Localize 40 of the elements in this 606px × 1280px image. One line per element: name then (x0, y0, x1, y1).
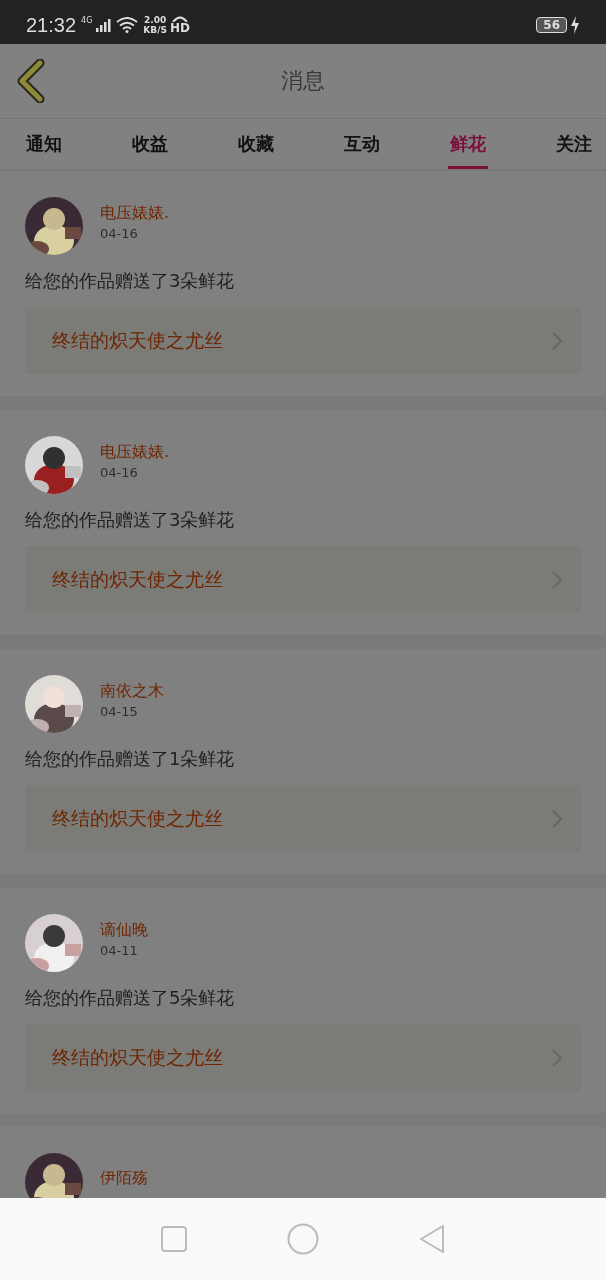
work-link[interactable]: 终结的炽天使之尤丝 (25, 785, 581, 852)
work-link[interactable]: 终结的炽天使之尤丝 (25, 1024, 581, 1091)
battery-level: 56 (536, 17, 567, 33)
work-title: 终结的炽天使之尤丝 (52, 327, 223, 353)
charging-icon (570, 16, 580, 34)
user-name[interactable]: 谪仙晚 (100, 920, 148, 941)
speed-unit: KB/S (143, 25, 167, 35)
tab[interactable]: 收藏 (236, 119, 276, 169)
tab[interactable]: 互动 (342, 119, 382, 169)
network-type: 4G (81, 15, 93, 25)
work-title: 终结的炽天使之尤丝 (52, 1044, 223, 1070)
home-icon[interactable] (287, 1223, 319, 1255)
wifi-icon (116, 17, 139, 33)
message-date: 04-11 (100, 943, 139, 958)
tab[interactable]: 关注 (554, 119, 594, 169)
user-name[interactable]: 电压婊婊. (100, 203, 170, 224)
user-name[interactable]: 电压婊婊. (100, 442, 170, 463)
tab[interactable]: 通知 (24, 119, 64, 169)
hd-label: HD (169, 22, 190, 34)
user-name[interactable]: 伊陌殇 (100, 1167, 148, 1189)
work-title: 终结的炽天使之尤丝 (52, 566, 223, 592)
message-text: 给您的作品赠送了3朵鲜花 (25, 269, 236, 293)
clock: 21:32 (26, 13, 77, 37)
user-name[interactable]: 南依之木 (100, 681, 164, 702)
recents-icon[interactable] (159, 1225, 188, 1253)
message-date: 04-15 (100, 704, 139, 719)
work-link[interactable]: 终结的炽天使之尤丝 (25, 307, 581, 374)
back-icon[interactable] (418, 1224, 447, 1254)
signal-icon (95, 18, 112, 32)
page-title: 消息 (281, 67, 325, 95)
message-text: 给您的作品赠送了1朵鲜花 (25, 747, 236, 771)
tab[interactable]: 收益 (130, 119, 170, 169)
message-date: 04-16 (100, 465, 139, 480)
back-icon[interactable] (16, 59, 46, 103)
work-title: 终结的炽天使之尤丝 (52, 805, 223, 831)
network-speed: 2.00 (144, 15, 167, 25)
message-text: 给您的作品赠送了5朵鲜花 (25, 986, 236, 1010)
message-text: 给您的作品赠送了3朵鲜花 (25, 508, 236, 532)
message-date: 04-16 (100, 226, 139, 241)
work-link[interactable]: 终结的炽天使之尤丝 (25, 546, 581, 613)
